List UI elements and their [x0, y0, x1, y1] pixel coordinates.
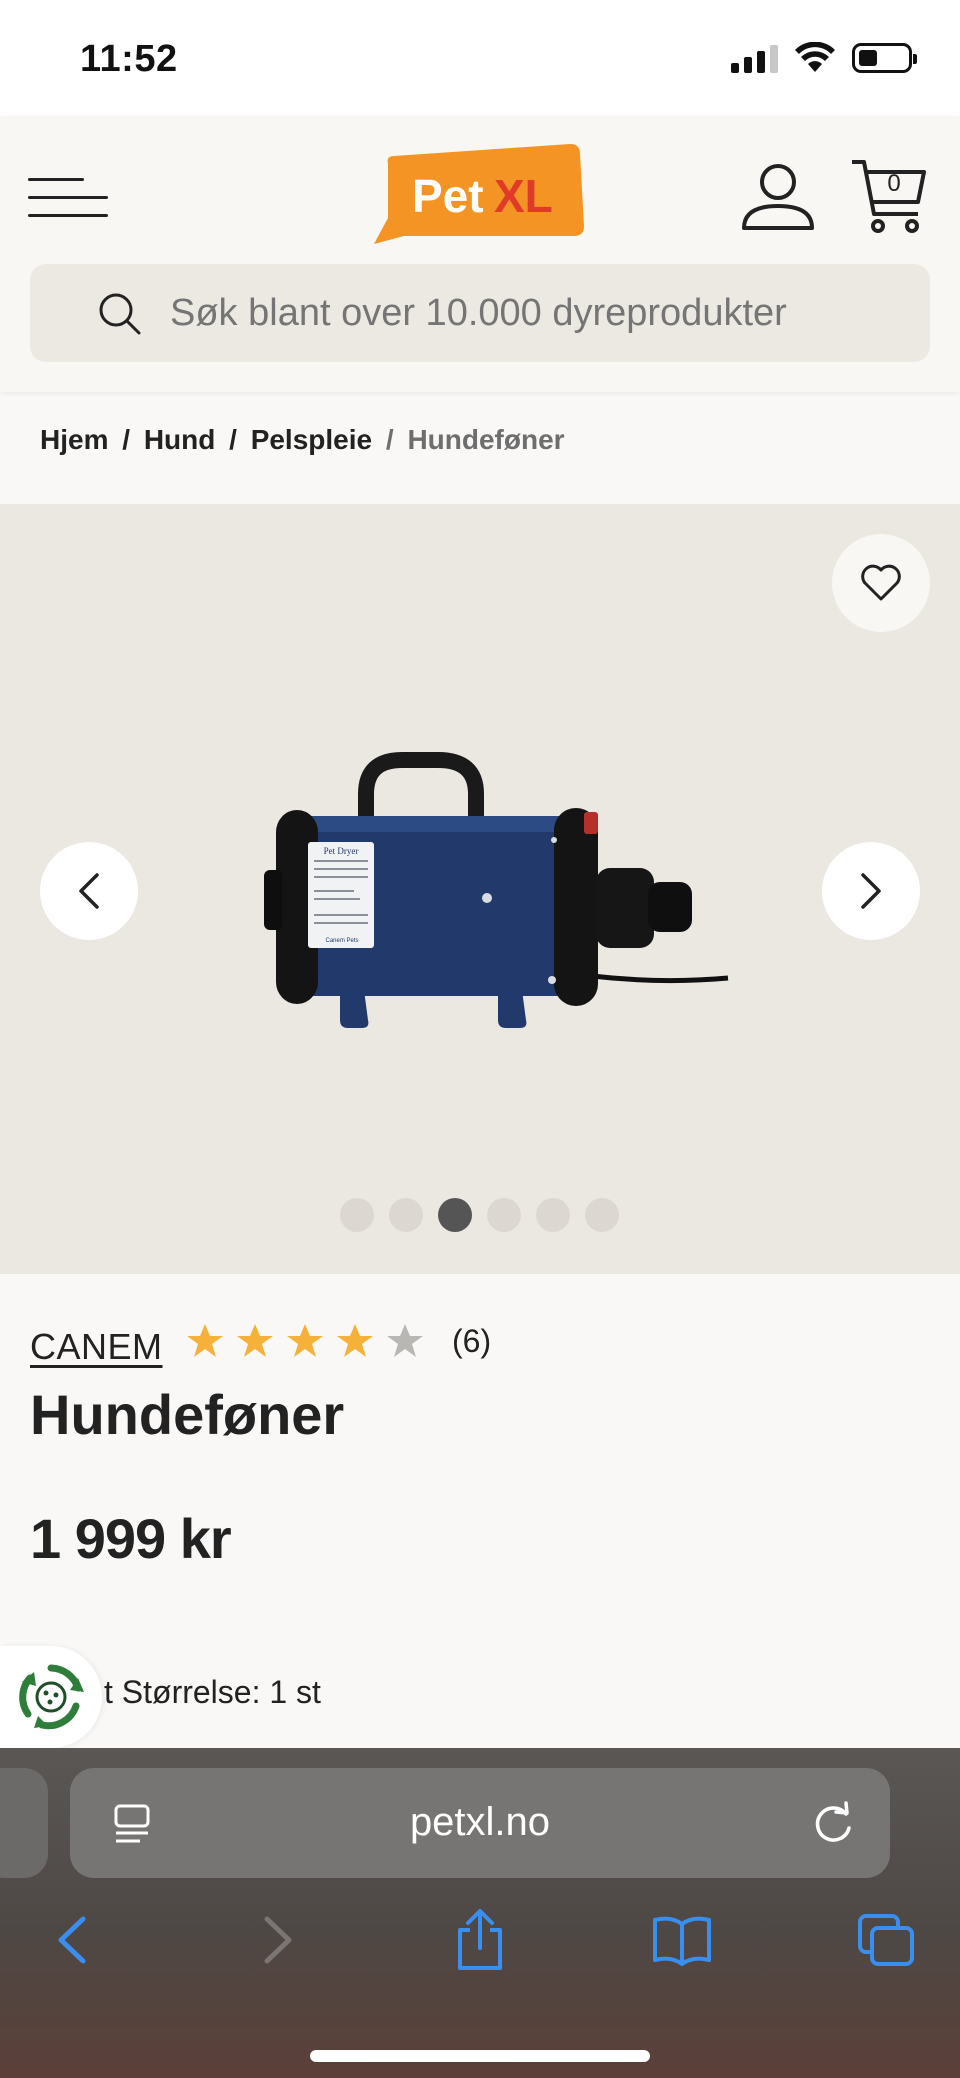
breadcrumb-separator: / [122, 424, 131, 455]
status-icons [731, 42, 917, 74]
gallery-prev-button[interactable] [40, 842, 138, 940]
cart-button[interactable]: 0 [848, 156, 928, 236]
status-bar: 11:52 [0, 0, 960, 116]
breadcrumb-separator: / [229, 424, 237, 455]
label-title: Pet Dryer [324, 846, 359, 856]
heart-icon [861, 564, 901, 601]
menu-line [28, 214, 108, 217]
site-header: Pet XL 0 [0, 116, 960, 392]
breadcrumb: Hjem / Hund / Pelspleie / Hundeføner [40, 424, 565, 456]
logo-badge-shape: Pet XL [374, 144, 584, 244]
review-count[interactable]: (6) [452, 1323, 491, 1360]
cart-count-badge: 0 [887, 170, 901, 197]
star-empty-icon [387, 1324, 423, 1357]
chevron-right-icon [861, 873, 881, 909]
gallery-dot[interactable] [487, 1198, 521, 1232]
gallery-dot-active[interactable] [438, 1198, 472, 1232]
browser-back-button[interactable] [40, 1908, 104, 1972]
share-icon [458, 1909, 502, 1970]
previous-tab-preview[interactable] [0, 1768, 48, 1878]
menu-button[interactable] [28, 168, 110, 228]
breadcrumb-separator: / [385, 424, 394, 455]
gallery-dot[interactable] [585, 1198, 619, 1232]
star-filled-icon [287, 1324, 323, 1357]
logo-text-pet: Pet [412, 170, 484, 222]
breadcrumb-item-hjem[interactable]: Hjem [40, 424, 108, 455]
back-arrow-icon [58, 1916, 86, 1964]
address-bar[interactable]: petxl.no [70, 1768, 890, 1878]
share-button[interactable] [448, 1908, 512, 1972]
product-price: 1 999 kr [30, 1507, 232, 1570]
search-input[interactable] [170, 291, 870, 335]
product-rating[interactable]: (6) [186, 1322, 491, 1360]
breadcrumb-current: Hundeføner [407, 424, 565, 455]
favorite-button[interactable] [832, 534, 930, 632]
logo-text-xl: XL [494, 170, 553, 222]
wifi-icon [795, 42, 835, 72]
gallery-dot[interactable] [340, 1198, 374, 1232]
battery-icon [852, 43, 917, 73]
url-text[interactable]: petxl.no [70, 1800, 890, 1845]
gallery-dot[interactable] [536, 1198, 570, 1232]
menu-line [28, 196, 108, 199]
chevron-left-icon [79, 873, 99, 909]
star-filled-icon [337, 1324, 373, 1357]
product-image-dryer: Pet Dryer Canem Pets [264, 752, 729, 1028]
product-title: Hundeføner [30, 1383, 345, 1446]
petxl-logo[interactable]: Pet XL [374, 144, 586, 244]
reload-icon[interactable] [810, 1800, 856, 1846]
forward-arrow-icon [264, 1916, 292, 1964]
size-label: t Størrelse: 1 st [104, 1674, 321, 1710]
browser-toolbar: petxl.no [0, 1748, 960, 2078]
gallery-next-button[interactable] [822, 842, 920, 940]
gallery-pagination [340, 1198, 619, 1232]
star-filled-icon [187, 1324, 223, 1357]
breadcrumb-item-hund[interactable]: Hund [144, 424, 216, 455]
search-icon [99, 293, 141, 335]
brand-link[interactable]: CANEM [30, 1326, 163, 1368]
browser-forward-button[interactable] [246, 1908, 310, 1972]
breadcrumb-item-pelspleie[interactable]: Pelspleie [251, 424, 372, 455]
account-button[interactable] [738, 156, 818, 236]
gallery-dot[interactable] [389, 1198, 423, 1232]
bookmarks-button[interactable] [650, 1908, 714, 1972]
home-indicator[interactable] [310, 2050, 650, 2062]
search-bar[interactable] [30, 264, 930, 362]
recycle-icon [19, 1664, 84, 1730]
book-icon [653, 1916, 711, 1966]
tabs-icon [858, 1914, 914, 1966]
status-time: 11:52 [80, 38, 178, 80]
cellular-signal-icon [731, 43, 778, 73]
menu-line [28, 178, 84, 181]
user-icon [742, 164, 814, 230]
eco-badge[interactable] [0, 1646, 102, 1748]
star-filled-icon [237, 1324, 273, 1357]
tabs-button[interactable] [854, 1908, 918, 1972]
label-brand: Canem Pets [325, 938, 358, 944]
product-gallery[interactable]: Pet Dryer Canem Pets [0, 504, 960, 1274]
